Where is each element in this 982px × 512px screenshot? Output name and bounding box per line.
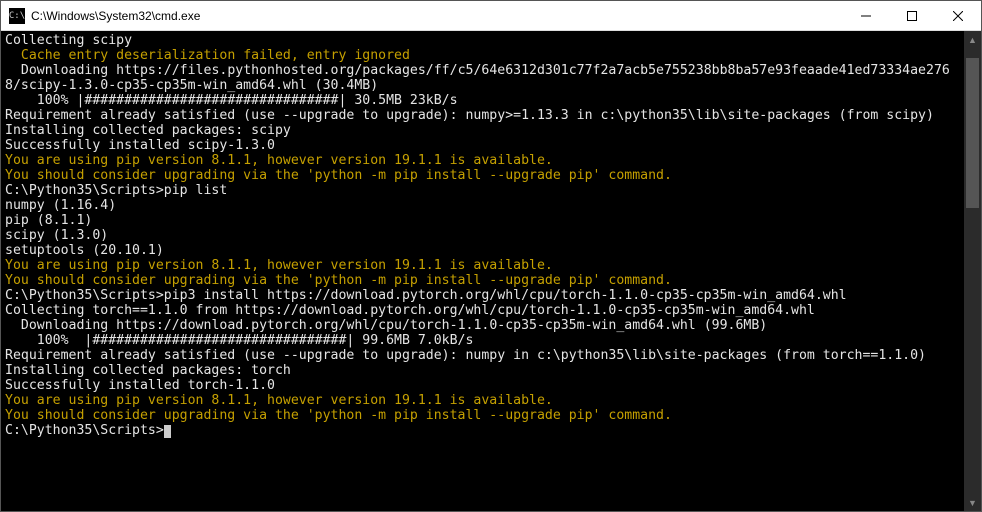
terminal-line: Collecting torch==1.1.0 from https://dow… — [5, 303, 960, 318]
titlebar[interactable]: C:\ C:\Windows\System32\cmd.exe — [1, 1, 981, 31]
terminal-line: You are using pip version 8.1.1, however… — [5, 258, 960, 273]
terminal-line: Requirement already satisfied (use --upg… — [5, 348, 960, 363]
minimize-button[interactable] — [843, 1, 889, 30]
terminal-line: Cache entry deserialization failed, entr… — [5, 48, 960, 63]
scroll-thumb[interactable] — [966, 58, 979, 208]
terminal-area: Collecting scipy Cache entry deserializa… — [1, 31, 981, 511]
terminal-line: Successfully installed torch-1.1.0 — [5, 378, 960, 393]
terminal-line: Downloading https://download.pytorch.org… — [5, 318, 960, 333]
terminal-line: Installing collected packages: torch — [5, 363, 960, 378]
terminal-line: C:\Python35\Scripts>pip list — [5, 183, 960, 198]
terminal-line: You are using pip version 8.1.1, however… — [5, 393, 960, 408]
terminal-line: Successfully installed scipy-1.3.0 — [5, 138, 960, 153]
scroll-down-icon[interactable]: ▼ — [964, 494, 981, 511]
terminal-line: Requirement already satisfied (use --upg… — [5, 108, 960, 123]
terminal-line: Collecting scipy — [5, 33, 960, 48]
terminal-line: setuptools (20.10.1) — [5, 243, 960, 258]
terminal-line: You should consider upgrading via the 'p… — [5, 273, 960, 288]
terminal-line: C:\Python35\Scripts>pip3 install https:/… — [5, 288, 960, 303]
terminal-output[interactable]: Collecting scipy Cache entry deserializa… — [1, 31, 964, 511]
scroll-track[interactable] — [964, 48, 981, 494]
terminal-line: You should consider upgrading via the 'p… — [5, 168, 960, 183]
cursor — [164, 425, 171, 438]
terminal-line: Installing collected packages: scipy — [5, 123, 960, 138]
terminal-line: You should consider upgrading via the 'p… — [5, 408, 960, 423]
maximize-button[interactable] — [889, 1, 935, 30]
terminal-line: 100% |################################| … — [5, 93, 960, 108]
cmd-icon: C:\ — [9, 8, 25, 24]
window-title: C:\Windows\System32\cmd.exe — [31, 9, 843, 23]
terminal-line: pip (8.1.1) — [5, 213, 960, 228]
scrollbar[interactable]: ▲ ▼ — [964, 31, 981, 511]
close-button[interactable] — [935, 1, 981, 30]
terminal-line: scipy (1.3.0) — [5, 228, 960, 243]
terminal-line: 100% |################################| … — [5, 333, 960, 348]
window-controls — [843, 1, 981, 30]
terminal-line: numpy (1.16.4) — [5, 198, 960, 213]
prompt-line[interactable]: C:\Python35\Scripts> — [5, 423, 960, 438]
terminal-line: Downloading https://files.pythonhosted.o… — [5, 63, 960, 93]
prompt-text: C:\Python35\Scripts> — [5, 423, 164, 438]
terminal-line: You are using pip version 8.1.1, however… — [5, 153, 960, 168]
scroll-up-icon[interactable]: ▲ — [964, 31, 981, 48]
